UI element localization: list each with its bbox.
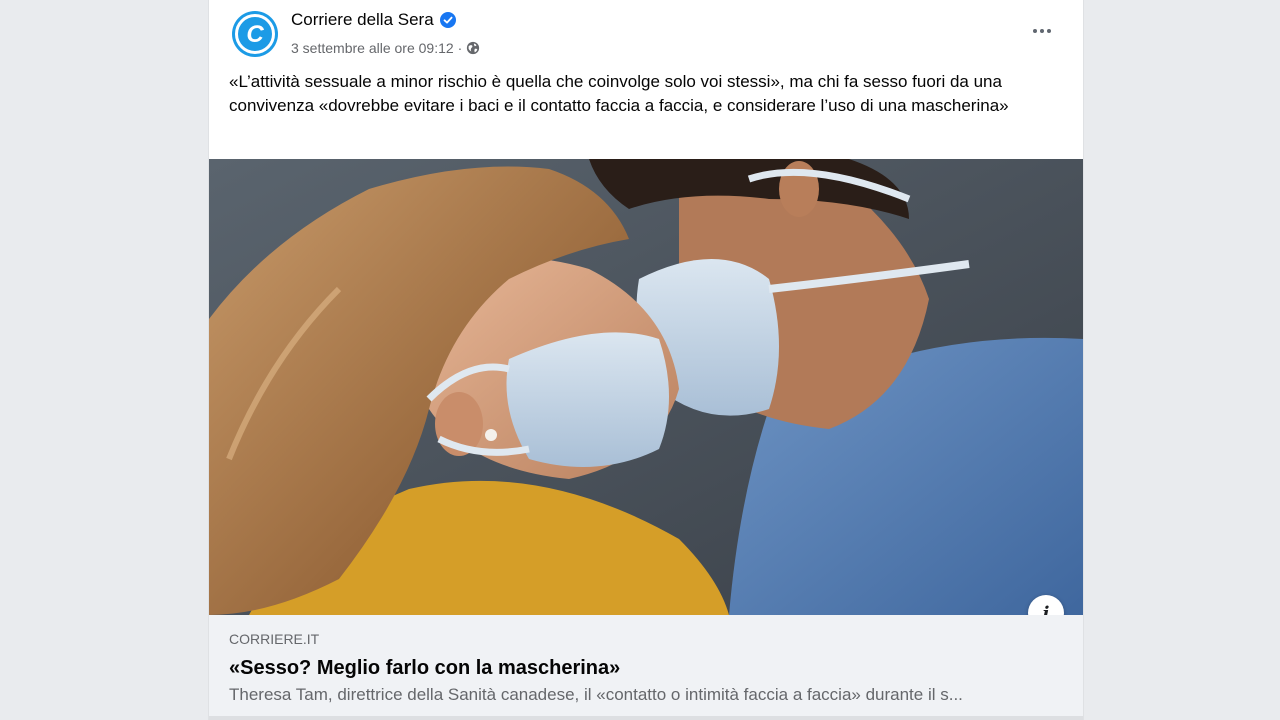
divider — [209, 716, 1083, 720]
post-header: C Corriere della Sera 3 settembre alle o… — [209, 0, 1083, 66]
post-message: «L’attività sessuale a minor rischio è q… — [229, 72, 1009, 115]
post-meta: 3 settembre alle ore 09:12 · — [291, 40, 480, 56]
verified-badge-icon — [439, 12, 456, 28]
more-options-button[interactable] — [1025, 16, 1059, 46]
link-title[interactable]: «Sesso? Meglio farlo con la mascherina» — [229, 657, 620, 680]
avatar-letter: C — [246, 21, 264, 48]
page-avatar[interactable]: C — [230, 9, 280, 59]
page-name[interactable]: Corriere della Sera — [291, 10, 434, 30]
meta-separator: · — [457, 40, 463, 56]
post-photo[interactable] — [209, 159, 1083, 615]
news-feed: C Corriere della Sera 3 settembre alle o… — [0, 0, 1280, 720]
post-card: C Corriere della Sera 3 settembre alle o… — [209, 0, 1083, 720]
link-preview[interactable]: CORRIERE.IT «Sesso? Meglio farlo con la … — [209, 615, 1083, 720]
post-timestamp[interactable]: 3 settembre alle ore 09:12 — [291, 40, 454, 56]
link-domain: CORRIERE.IT — [229, 631, 320, 647]
globe-icon[interactable] — [466, 41, 480, 55]
page-name-link[interactable]: Corriere della Sera — [291, 10, 456, 30]
more-options-icon — [1033, 29, 1051, 33]
link-description: Theresa Tam, direttrice della Sanità can… — [229, 685, 963, 704]
